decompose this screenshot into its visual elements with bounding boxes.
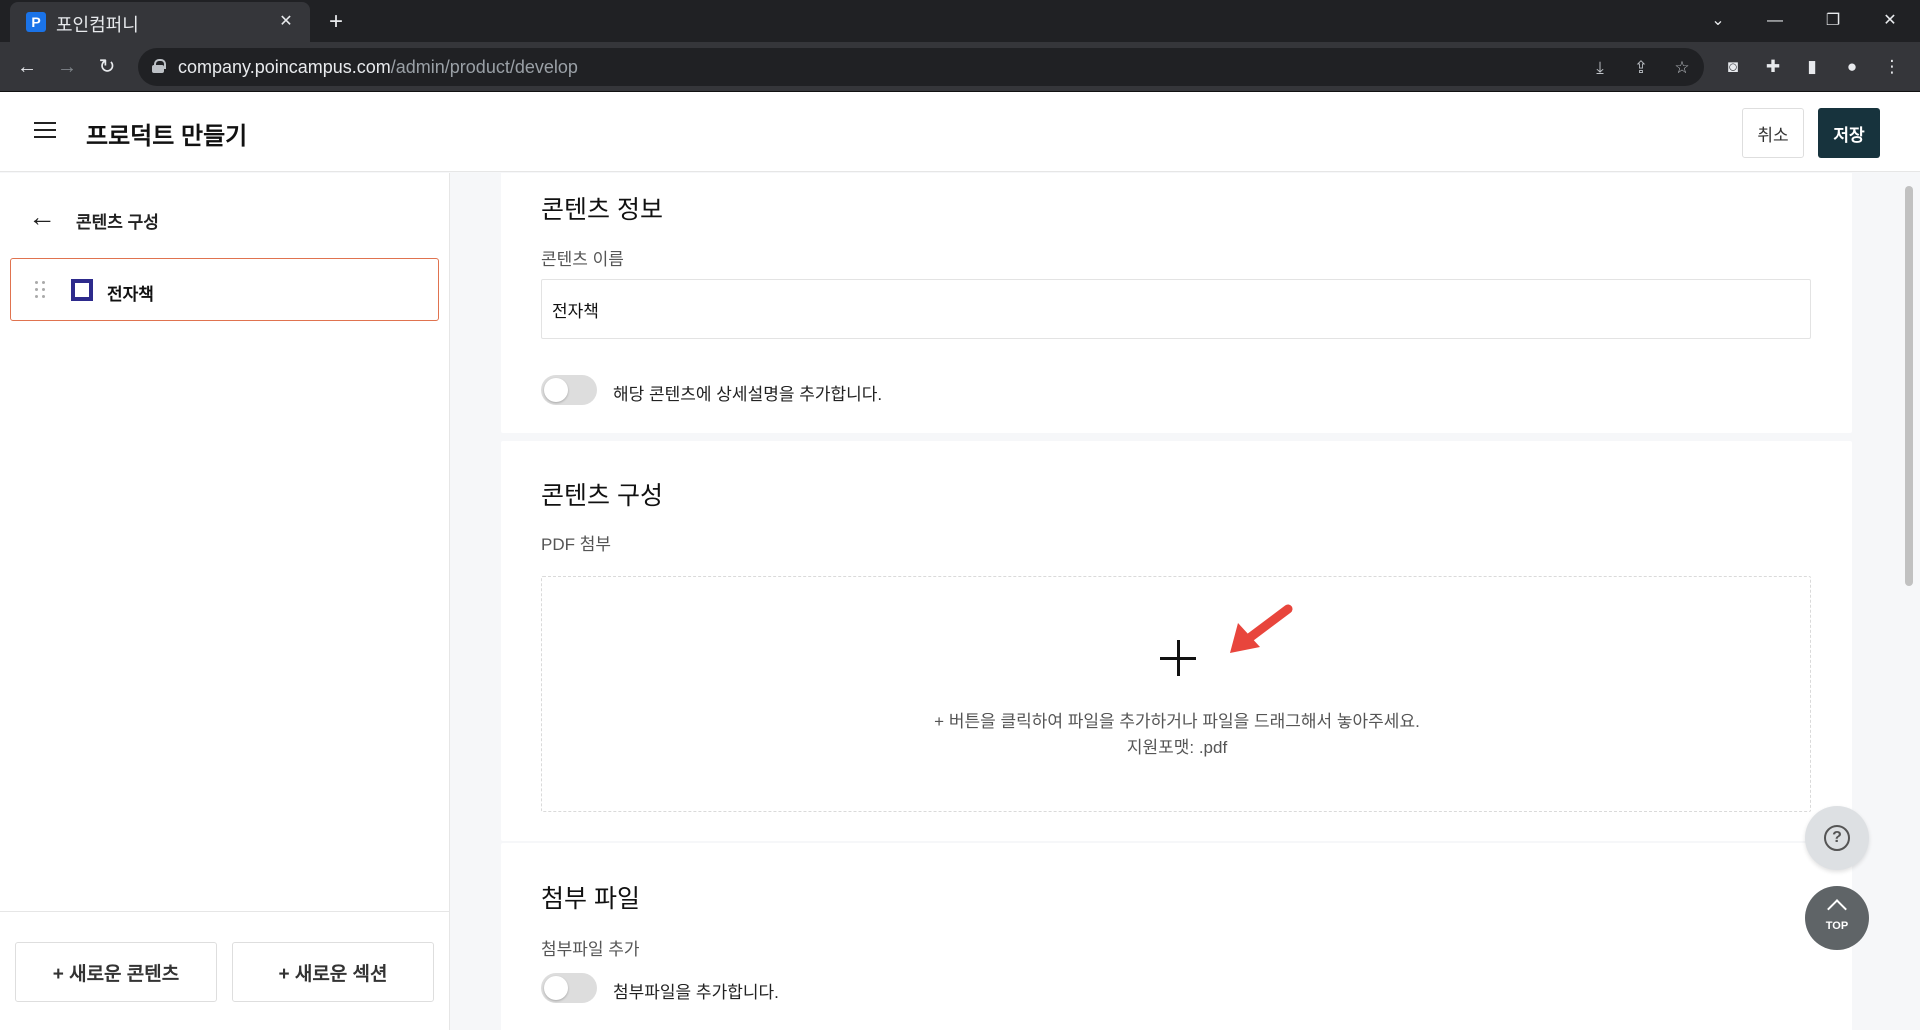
content-sidebar: ← 콘텐츠 구성 전자책 + 새로운 콘텐츠 + 새로운 섹션: [0, 173, 450, 1030]
extensions-puzzle-icon[interactable]: ✚: [1760, 54, 1786, 80]
browser-tab[interactable]: P 포인컴퍼니 ✕: [10, 2, 310, 42]
supported-format-text: 지원포맷: .pdf: [1126, 738, 1228, 757]
scroll-top-button[interactable]: TOP: [1805, 886, 1869, 950]
browser-tab-bar: P 포인컴퍼니 ✕ + ⌄ — ❐ ✕: [0, 0, 1920, 42]
back-arrow-icon[interactable]: ←: [28, 203, 58, 233]
attachments-title: 첨부 파일: [541, 885, 640, 913]
main-content: 콘텐츠 정보 콘텐츠 이름 해당 콘텐츠에 상세설명을 추가합니다. 콘텐츠 구…: [451, 173, 1891, 1030]
annotation-arrow-icon: [1230, 604, 1293, 653]
browser-toolbar: ← → ↻ company.poincampus.com/admin/produ…: [0, 42, 1920, 92]
new-content-button[interactable]: + 새로운 콘텐츠: [15, 942, 217, 1002]
add-file-plus-icon[interactable]: [1160, 640, 1196, 676]
content-info-card: 콘텐츠 정보 콘텐츠 이름 해당 콘텐츠에 상세설명을 추가합니다.: [501, 173, 1852, 433]
attachment-toggle[interactable]: [541, 973, 597, 1003]
sidebar-item-label: 전자책: [107, 285, 154, 304]
back-label: 콘텐츠 구성: [76, 213, 159, 232]
page-scrollbar[interactable]: [1905, 186, 1913, 586]
browser-menu-icon[interactable]: ⋮: [1879, 54, 1905, 80]
url-host: company.poincampus.com: [178, 57, 391, 77]
app-header: 프로덕트 만들기 취소 저장: [0, 92, 1920, 172]
drag-handle-icon[interactable]: [35, 281, 47, 299]
close-tab-icon[interactable]: ✕: [276, 12, 296, 32]
side-panel-icon[interactable]: ▮: [1799, 54, 1825, 80]
hamburger-menu-icon[interactable]: [34, 122, 56, 140]
bookmark-star-icon[interactable]: ☆: [1670, 56, 1694, 80]
camera-extension-icon[interactable]: ◙: [1720, 54, 1746, 80]
add-attachment-label: 첨부파일 추가: [541, 940, 640, 959]
description-toggle-label: 해당 콘텐츠에 상세설명을 추가합니다.: [613, 385, 883, 404]
cancel-button[interactable]: 취소: [1742, 108, 1804, 158]
attachment-toggle-label: 첨부파일을 추가합니다.: [613, 983, 779, 1002]
content-composition-title: 콘텐츠 구성: [541, 482, 663, 510]
reload-icon[interactable]: ↻: [92, 52, 122, 82]
install-app-icon[interactable]: ⤓: [1588, 56, 1612, 80]
sidebar-footer: + 새로운 콘텐츠 + 새로운 섹션: [0, 911, 449, 1030]
profile-avatar-icon[interactable]: ●: [1839, 54, 1865, 80]
address-bar[interactable]: company.poincampus.com/admin/product/dev…: [138, 48, 1704, 86]
content-name-input[interactable]: [541, 279, 1811, 339]
forward-nav-icon[interactable]: →: [52, 52, 82, 82]
content-name-label: 콘텐츠 이름: [541, 250, 624, 269]
window-close-icon[interactable]: ✕: [1872, 6, 1908, 36]
minimize-icon[interactable]: —: [1757, 6, 1793, 36]
restore-icon[interactable]: ❐: [1815, 6, 1851, 36]
sidebar-item-ebook[interactable]: 전자책: [10, 258, 439, 321]
ebook-icon: [71, 279, 93, 301]
pdf-dropzone[interactable]: + 버튼을 클릭하여 파일을 추가하거나 파일을 드래그해서 놓아주세요. 지원…: [541, 576, 1811, 812]
share-icon[interactable]: ⇪: [1629, 56, 1653, 80]
description-toggle[interactable]: [541, 375, 597, 405]
new-section-button[interactable]: + 새로운 섹션: [232, 942, 434, 1002]
favicon-icon: P: [26, 12, 46, 32]
attachments-card: 첨부 파일 첨부파일 추가 첨부파일을 추가합니다.: [501, 843, 1852, 1030]
top-label: TOP: [1825, 920, 1849, 932]
new-tab-icon[interactable]: +: [322, 8, 350, 36]
chevron-up-icon: [1827, 899, 1847, 919]
back-nav-icon[interactable]: ←: [12, 52, 42, 82]
page-title: 프로덕트 만들기: [86, 123, 248, 150]
tab-title: 포인컴퍼니: [56, 15, 139, 35]
help-button[interactable]: ?: [1805, 806, 1869, 870]
tab-search-chevron-icon[interactable]: ⌄: [1700, 6, 1736, 36]
question-mark-icon: ?: [1824, 825, 1850, 851]
lock-icon: [152, 59, 166, 73]
url-path: /admin/product/develop: [390, 57, 578, 77]
pdf-attach-label: PDF 첨부: [541, 535, 612, 554]
url-text: company.poincampus.com/admin/product/dev…: [178, 57, 578, 78]
content-info-title: 콘텐츠 정보: [541, 196, 663, 224]
save-button[interactable]: 저장: [1818, 108, 1880, 158]
content-composition-card: 콘텐츠 구성 PDF 첨부 + 버튼을 클릭하여 파일을 추가하거나 파일을 드…: [501, 441, 1852, 841]
drop-hint-text: + 버튼을 클릭하여 파일을 추가하거나 파일을 드래그해서 놓아주세요.: [934, 712, 1420, 731]
